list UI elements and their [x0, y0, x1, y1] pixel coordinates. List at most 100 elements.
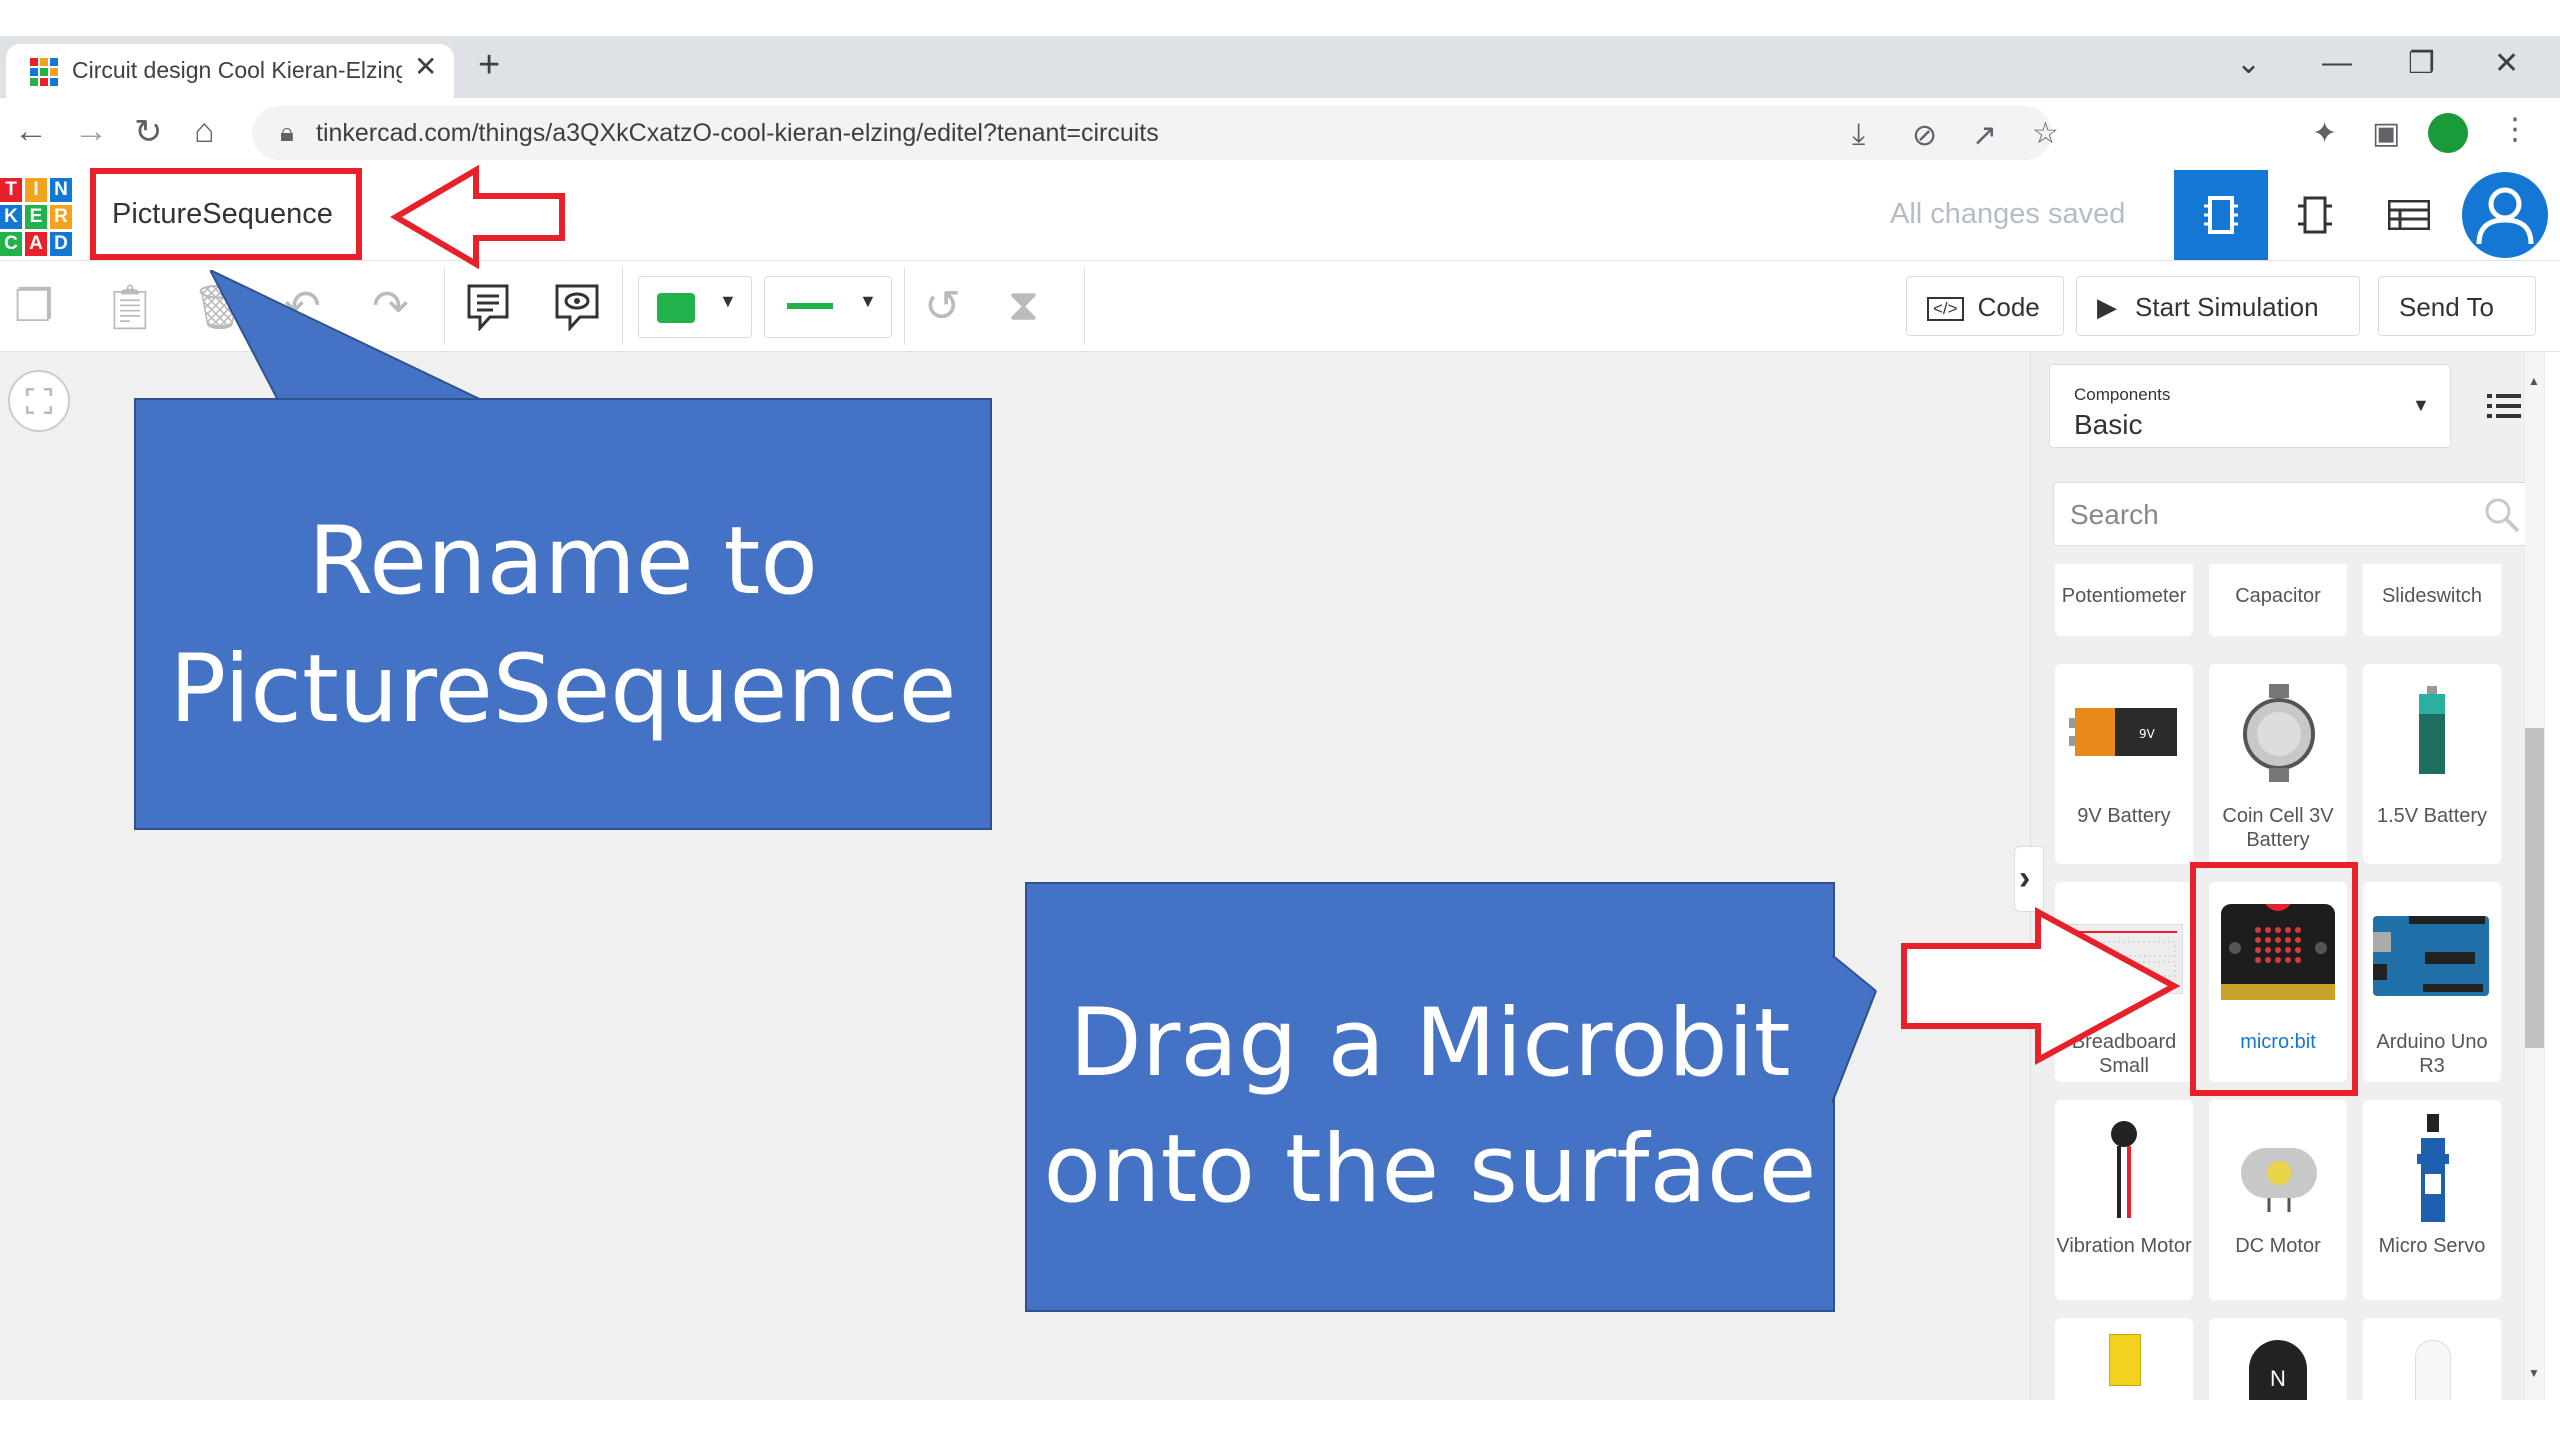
scroll-down-icon[interactable]: ▼ [2528, 1366, 2540, 1380]
component-card-arduino[interactable]: Arduino Uno R3 [2363, 882, 2501, 1082]
circuit-view-icon [2204, 196, 2238, 234]
reload-icon[interactable]: ↻ [134, 112, 163, 152]
dropdown-caret-icon: ▼ [719, 291, 737, 311]
code-button-label: Code [1977, 292, 2040, 322]
dc-motor-icon [2241, 1148, 2317, 1212]
component-label: Coin Cell 3V Battery [2222, 805, 2334, 851]
callout-text-line: Rename to [308, 507, 818, 616]
tinkercad-logo[interactable]: T I N K E R C A D [0, 174, 76, 256]
new-tab-icon[interactable]: + [478, 44, 500, 87]
component-card[interactable] [2055, 1318, 2193, 1400]
component-card[interactable]: Slideswitch [2363, 564, 2501, 636]
callout-text-line: PictureSequence [169, 635, 957, 744]
install-app-icon[interactable]: ⤓ [1852, 118, 1865, 152]
rotate-icon[interactable]: ↺ [924, 281, 961, 332]
collapse-panel-button[interactable]: › [2014, 846, 2044, 912]
component-card[interactable]: Potentiometer [2055, 564, 2193, 636]
wire-style-swatch [787, 303, 833, 309]
component-card[interactable]: Capacitor [2209, 564, 2347, 636]
callout-pointer [210, 270, 491, 405]
toolbar-divider [904, 267, 905, 345]
code-button[interactable]: </> Code [1906, 276, 2064, 336]
start-simulation-button[interactable]: ▶ Start Simulation [2076, 276, 2360, 336]
9v-battery-icon: 9V [2069, 708, 2177, 756]
user-avatar[interactable] [2462, 172, 2548, 258]
wire-style-dropdown[interactable]: ▼ [764, 276, 892, 338]
component-label: Capacitor [2235, 585, 2321, 607]
address-bar[interactable]: 🔒︎ tinkercad.com/things/a3QXkCxatzO-cool… [252, 106, 2059, 160]
arduino-icon [2373, 916, 2489, 996]
drag-callout: Drag a Microbit onto the surface [1025, 882, 1835, 1312]
component-list-button[interactable] [2362, 170, 2456, 260]
logo-letter: I [25, 178, 47, 202]
profile-avatar[interactable] [2428, 113, 2468, 153]
component-card[interactable]: N [2209, 1318, 2347, 1400]
dropdown-caret-icon: ▼ [859, 291, 877, 311]
copy-icon[interactable]: ❐ [14, 281, 53, 332]
coin-cell-icon [2243, 684, 2315, 782]
extensions-puzzle-icon[interactable]: ✦ [2312, 116, 2337, 151]
tracking-protection-icon[interactable]: ⊘ [1912, 118, 1937, 153]
scrollbar-thumb[interactable] [2525, 728, 2544, 1048]
schematic-view-button[interactable] [2268, 170, 2362, 260]
browser-menu-icon[interactable]: ⋮ [2500, 112, 2530, 147]
arrow-left-annotation [390, 164, 565, 270]
component-label: Slideswitch [2381, 585, 2483, 607]
component-card-micro-servo[interactable]: Micro Servo [2363, 1100, 2501, 1300]
component-card[interactable] [2363, 1318, 2501, 1402]
tab-close-icon[interactable]: ✕ [414, 50, 437, 83]
logo-letter: N [50, 178, 72, 202]
micro-servo-icon [2417, 1114, 2449, 1222]
led-white-icon [2415, 1340, 2451, 1402]
lock-icon[interactable]: 🔒︎ [280, 117, 294, 149]
color-dropdown[interactable]: ▼ [638, 276, 752, 338]
url-text: tinkercad.com/things/a3QXkCxatzO-cool-ki… [316, 119, 1159, 147]
vibration-motor-icon [2111, 1121, 2137, 1218]
paste-icon[interactable]: 📋︎ [102, 281, 158, 333]
component-label: Potentiometer [2061, 585, 2187, 607]
bookmark-star-icon[interactable]: ☆ [2032, 116, 2059, 151]
component-card-vibration-motor[interactable]: Vibration Motor [2055, 1100, 2193, 1300]
show-notes-icon[interactable] [554, 283, 600, 331]
browser-tab-strip: Circuit design Cool Kieran-Elzing ✕ + ⌄ … [0, 36, 2560, 98]
arrow-right-annotation [1901, 906, 2181, 1066]
scroll-up-icon[interactable]: ▲ [2528, 374, 2540, 388]
tab-search-chevron-icon[interactable]: ⌄ [2236, 46, 2261, 81]
transistor-icon: N [2249, 1340, 2307, 1400]
search-icon[interactable] [2484, 497, 2520, 533]
component-label: DC Motor [2235, 1235, 2321, 1257]
fit-view-button[interactable] [8, 370, 70, 432]
table-list-icon [2388, 200, 2430, 230]
send-to-button[interactable]: Send To [2378, 276, 2536, 336]
minimize-icon[interactable]: — [2322, 46, 2352, 80]
component-card-9v-battery[interactable]: 9V 9V Battery [2055, 664, 2193, 864]
search-input[interactable]: Search [2053, 482, 2533, 546]
component-card-1-5v-battery[interactable]: 1.5V Battery [2363, 664, 2501, 864]
component-label: 1.5V Battery [2376, 805, 2488, 827]
schematic-view-icon [2298, 196, 2332, 234]
callout-pointer [1832, 955, 1877, 1104]
code-icon: </> [1927, 297, 1964, 321]
window-close-icon[interactable]: ✕ [2494, 46, 2519, 81]
component-card-coin-cell[interactable]: Coin Cell 3V Battery [2209, 664, 2347, 864]
restore-icon[interactable]: ❐ [2408, 46, 2435, 81]
list-view-icon[interactable] [2487, 392, 2521, 420]
component-card-dc-motor[interactable]: DC Motor [2209, 1100, 2347, 1300]
home-icon[interactable]: ⌂ [194, 112, 215, 151]
design-name-highlight [90, 168, 362, 260]
circuit-view-button[interactable] [2174, 170, 2268, 260]
browser-tab[interactable]: Circuit design Cool Kieran-Elzing ✕ [6, 44, 454, 98]
forward-arrow-icon[interactable]: → [74, 112, 108, 151]
flip-icon[interactable]: ⧗ [1008, 281, 1039, 331]
callout-text-line: onto the surface [1043, 1115, 1817, 1224]
components-dropdown[interactable]: Components Basic ▼ [2049, 364, 2451, 448]
back-arrow-icon[interactable]: ← [14, 112, 48, 151]
start-simulation-label: Start Simulation [2135, 292, 2319, 322]
component-label: Arduino Uno R3 [2376, 1031, 2488, 1077]
send-to-label: Send To [2399, 292, 2494, 322]
logo-letter: A [25, 232, 47, 256]
share-icon[interactable]: ↗ [1972, 118, 1997, 153]
logo-letter: C [0, 232, 22, 256]
component-label: Micro Servo [2378, 1235, 2486, 1257]
side-panel-icon[interactable]: ▣ [2372, 116, 2400, 151]
